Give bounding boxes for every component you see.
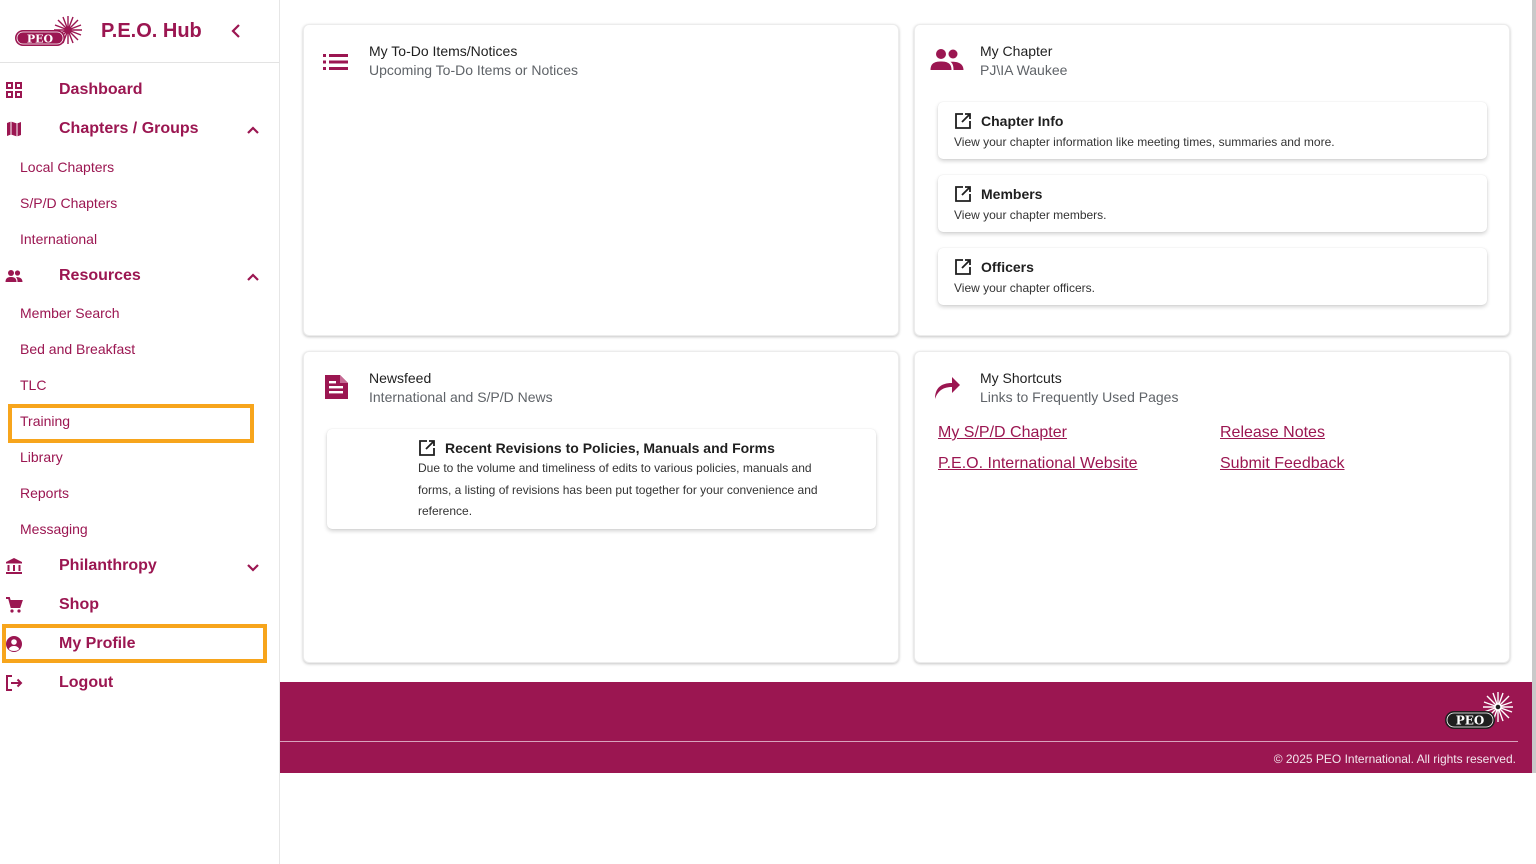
people-icon [5, 270, 23, 282]
account-circle-icon [6, 636, 22, 652]
share-arrow-icon [935, 377, 960, 399]
app: PEO P.E.O. Hub Dashboard Chapters / Grou… [0, 0, 1536, 864]
nav-my-profile-label: My Profile [59, 635, 136, 652]
members-tile[interactable]: Members View your chapter members. [938, 175, 1487, 232]
news-item-desc: Due to the volume and timeliness of edit… [418, 461, 818, 518]
dashboard-icon [6, 82, 22, 98]
nav-dashboard-label: Dashboard [59, 81, 143, 98]
sidebar-brand: PEO P.E.O. Hub [0, 0, 279, 63]
open-external-icon [955, 113, 971, 129]
cart-icon [6, 597, 23, 613]
footer-logo-text: PEO [1456, 714, 1485, 728]
nav-my-profile[interactable]: My Profile [0, 626, 280, 662]
newsfeed-subtitle: International and S/P/D News [369, 389, 553, 405]
nav-bed-breakfast[interactable]: Bed and Breakfast [20, 341, 135, 357]
footer-peo-logo: PEO [1445, 692, 1513, 729]
nav-tlc[interactable]: TLC [20, 377, 46, 393]
chevron-down-icon [247, 564, 259, 572]
nav-resources-label: Resources [59, 267, 141, 284]
chevron-up-icon [247, 126, 259, 134]
nav-chapters-groups-label: Chapters / Groups [59, 120, 199, 137]
open-external-icon [955, 259, 971, 275]
nav-reports[interactable]: Reports [20, 485, 69, 501]
logout-icon [6, 675, 23, 691]
shortcuts-card: My Shortcuts Links to Frequently Used Pa… [914, 351, 1510, 663]
nav-logout[interactable]: Logout [0, 665, 280, 701]
shortcut-peo-international-link[interactable]: P.E.O. International Website [938, 455, 1138, 473]
footer: PEO © 2025 PEO International. All rights… [280, 682, 1536, 773]
chapter-info-title: Chapter Info [981, 113, 1064, 129]
scrollbar-edge [1532, 0, 1536, 773]
nav-spd-chapters[interactable]: S/P/D Chapters [20, 195, 117, 211]
footer-divider [280, 741, 1518, 742]
nav-philanthropy[interactable]: Philanthropy [0, 548, 280, 584]
chapter-title: My Chapter [980, 43, 1053, 59]
open-external-icon [955, 186, 971, 202]
list-icon [323, 54, 348, 70]
officers-tile[interactable]: Officers View your chapter officers. [938, 248, 1487, 305]
logo-text: PEO [27, 33, 54, 46]
chevron-left-icon [231, 24, 240, 38]
chapter-info-tile[interactable]: Chapter Info View your chapter informati… [938, 102, 1487, 159]
todo-card: My To-Do Items/Notices Upcoming To-Do It… [303, 24, 899, 336]
nav-shop[interactable]: Shop [0, 587, 280, 623]
people-icon [930, 49, 964, 70]
officers-desc: View your chapter officers. [954, 281, 1095, 295]
news-item-title: Recent Revisions to Policies, Manuals an… [445, 440, 775, 456]
nav-training[interactable]: Training [20, 413, 70, 429]
chevron-up-icon [247, 273, 259, 281]
nav-dashboard[interactable]: Dashboard [0, 72, 280, 108]
news-item-tile[interactable]: Recent Revisions to Policies, Manuals an… [327, 429, 876, 529]
nav-member-search[interactable]: Member Search [20, 305, 120, 321]
nav-chapters-groups[interactable]: Chapters / Groups [0, 111, 280, 147]
chapter-info-desc: View your chapter information like meeti… [954, 135, 1335, 149]
todo-subtitle: Upcoming To-Do Items or Notices [369, 62, 579, 78]
map-icon [7, 121, 21, 137]
nav-library[interactable]: Library [20, 449, 63, 465]
collapse-sidebar-button[interactable] [226, 21, 246, 41]
shortcut-submit-feedback-link[interactable]: Submit Feedback [1220, 455, 1345, 473]
sidebar: PEO P.E.O. Hub Dashboard Chapters / Grou… [0, 0, 280, 864]
nav-logout-label: Logout [59, 674, 114, 691]
newsfeed-card: Newsfeed International and S/P/D News Re… [303, 351, 899, 663]
nav-shop-label: Shop [59, 596, 99, 613]
members-desc: View your chapter members. [954, 208, 1107, 222]
copyright: © 2025 PEO International. All rights res… [1273, 752, 1516, 766]
nav-international[interactable]: International [20, 231, 97, 247]
todo-title: My To-Do Items/Notices [369, 43, 518, 59]
document-icon [325, 375, 348, 399]
newsfeed-title: Newsfeed [369, 370, 432, 386]
shortcuts-title: My Shortcuts [980, 370, 1062, 386]
nav-local-chapters[interactable]: Local Chapters [20, 159, 114, 175]
bank-icon [6, 558, 22, 574]
brand-title: P.E.O. Hub [101, 20, 202, 42]
nav-messaging[interactable]: Messaging [20, 521, 88, 537]
officers-title: Officers [981, 259, 1034, 275]
nav-philanthropy-label: Philanthropy [59, 557, 157, 574]
shortcut-release-notes-link[interactable]: Release Notes [1220, 424, 1325, 442]
shortcut-my-spd-chapter-link[interactable]: My S/P/D Chapter [938, 424, 1067, 442]
members-title: Members [981, 186, 1043, 202]
nav-resources[interactable]: Resources [0, 258, 280, 294]
peo-logo: PEO [15, 16, 82, 46]
chapter-subtitle: PJ\IA Waukee [980, 62, 1068, 78]
open-external-icon [419, 440, 435, 456]
my-chapter-card: My Chapter PJ\IA Waukee Chapter Info Vie… [914, 24, 1510, 336]
shortcuts-subtitle: Links to Frequently Used Pages [980, 389, 1179, 405]
